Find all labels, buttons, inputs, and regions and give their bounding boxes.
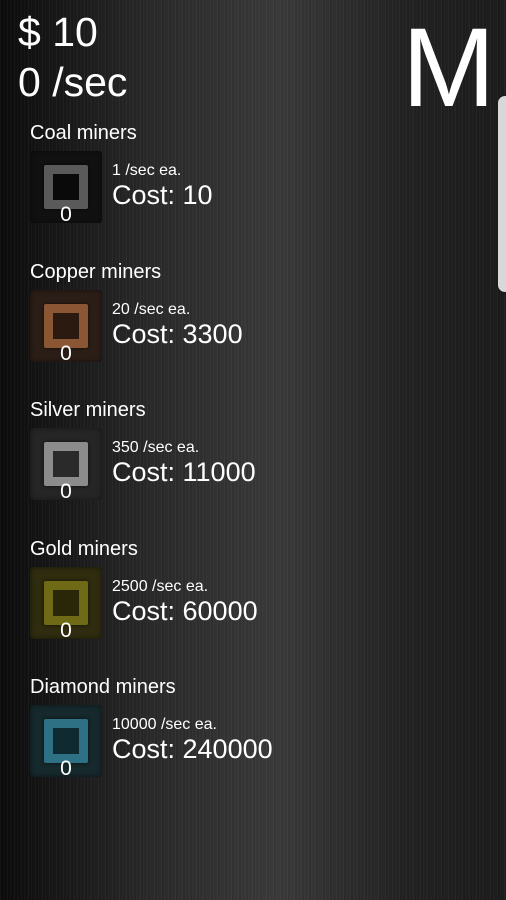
miner-row-diamond: Diamond miners 0 10000 /sec ea. Cost: 24… bbox=[0, 675, 480, 795]
miner-rate: 350 /sec ea. bbox=[112, 439, 200, 456]
miner-cost: Cost: 10 bbox=[112, 180, 213, 210]
miner-row-silver: Silver miners 0 350 /sec ea. Cost: 11000 bbox=[0, 398, 480, 518]
miner-title: Silver miners bbox=[30, 399, 146, 421]
money-balance: $ 10 bbox=[18, 9, 98, 55]
gold-miner-buy-tile[interactable]: 0 bbox=[30, 567, 102, 642]
side-drawer-handle[interactable] bbox=[498, 96, 506, 292]
miner-cost: Cost: 11000 bbox=[112, 457, 256, 487]
income-rate: 0 /sec bbox=[18, 59, 128, 105]
miner-cost: Cost: 60000 bbox=[112, 596, 258, 626]
miner-title: Copper miners bbox=[30, 261, 162, 283]
big-letter-logo: M bbox=[402, 5, 496, 130]
diamond-miner-buy-tile[interactable]: 0 bbox=[30, 705, 102, 780]
miner-owned-count: 0 bbox=[60, 619, 72, 642]
miner-owned-count: 0 bbox=[60, 342, 72, 365]
miner-cost: Cost: 3300 bbox=[112, 319, 243, 349]
silver-miner-buy-tile[interactable]: 0 bbox=[30, 428, 102, 503]
miner-owned-count: 0 bbox=[60, 203, 72, 226]
miner-row-coal: Coal miners 0 1 /sec ea. Cost: 10 bbox=[0, 121, 480, 241]
miner-rate: 1 /sec ea. bbox=[112, 162, 182, 179]
miner-rate: 10000 /sec ea. bbox=[112, 716, 217, 733]
copper-miner-buy-tile[interactable]: 0 bbox=[30, 290, 102, 365]
miner-row-copper: Copper miners 0 20 /sec ea. Cost: 3300 bbox=[0, 260, 480, 380]
miner-title: Diamond miners bbox=[30, 676, 176, 698]
miner-owned-count: 0 bbox=[60, 480, 72, 503]
miner-row-gold: Gold miners 0 2500 /sec ea. Cost: 60000 bbox=[0, 537, 480, 657]
miner-title: Gold miners bbox=[30, 538, 138, 560]
coal-miner-buy-tile[interactable]: 0 bbox=[30, 151, 102, 226]
miner-cost: Cost: 240000 bbox=[112, 734, 273, 764]
miner-title: Coal miners bbox=[30, 122, 137, 144]
miner-rate: 20 /sec ea. bbox=[112, 301, 191, 318]
miner-owned-count: 0 bbox=[60, 757, 72, 780]
miner-rate: 2500 /sec ea. bbox=[112, 578, 209, 595]
